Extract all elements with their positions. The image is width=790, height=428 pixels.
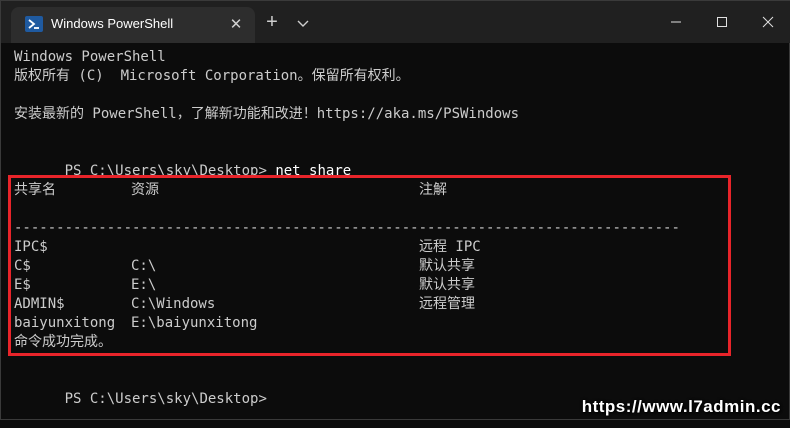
- powershell-icon: [25, 16, 43, 32]
- prompt: PS C:\Users\sky\Desktop>: [64, 391, 267, 407]
- close-icon: [762, 16, 774, 28]
- watermark: https://www.l7admin.cc: [581, 397, 781, 416]
- update-notice: 安装最新的 PowerShell，了解新功能和改进！https://aka.ms…: [14, 106, 520, 122]
- maximize-button[interactable]: [699, 1, 745, 43]
- chevron-down-icon[interactable]: [293, 13, 313, 33]
- maximize-icon: [717, 17, 727, 27]
- tab-close-icon[interactable]: ✕: [225, 14, 247, 36]
- title-bar[interactable]: Windows PowerShell ✕ +: [1, 1, 790, 43]
- copyright-line: 版权所有 (C) Microsoft Corporation。保留所有权利。: [14, 68, 410, 84]
- minimize-button[interactable]: [653, 1, 699, 43]
- header-line: Windows PowerShell: [14, 49, 166, 65]
- highlight-annotation: [8, 175, 731, 356]
- minimize-icon: [671, 21, 681, 23]
- new-tab-button[interactable]: +: [261, 12, 283, 34]
- tab-powershell[interactable]: Windows PowerShell ✕: [11, 7, 255, 43]
- terminal-output[interactable]: Windows PowerShell 版权所有 (C) Microsoft Co…: [8, 47, 784, 415]
- close-window-button[interactable]: [745, 1, 790, 43]
- terminal-window: Windows PowerShell ✕ + Windows PowerShel…: [0, 0, 790, 420]
- tab-title: Windows PowerShell: [51, 16, 174, 31]
- prompt-line: PS C:\Users\sky\Desktop> net share: [14, 143, 352, 179]
- prompt-line: PS C:\Users\sky\Desktop>: [14, 371, 267, 407]
